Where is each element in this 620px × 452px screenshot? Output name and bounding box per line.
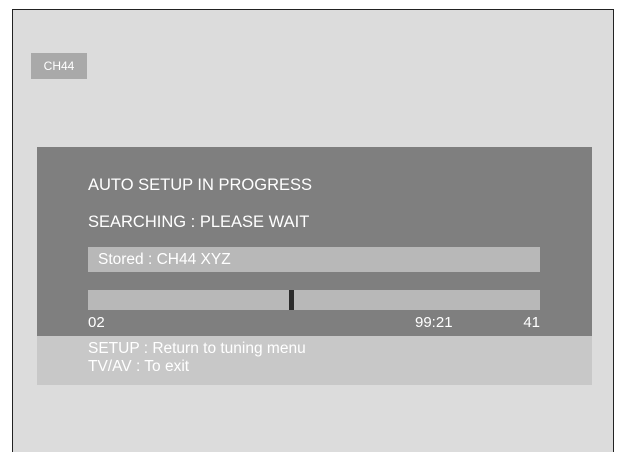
auto-setup-panel: AUTO SETUP IN PROGRESS SEARCHING : PLEAS… xyxy=(37,147,592,385)
progress-bar xyxy=(88,290,540,310)
channel-badge: CH44 xyxy=(31,53,87,79)
status-text: SEARCHING : PLEASE WAIT xyxy=(88,213,310,231)
panel-title: AUTO SETUP IN PROGRESS xyxy=(88,176,313,194)
progress-time-label: 99:21 xyxy=(415,314,453,331)
help-setup-text: SETUP : Return to tuning menu xyxy=(88,340,306,357)
progress-marker xyxy=(289,290,295,310)
tv-screen: CH44 AUTO SETUP IN PROGRESS SEARCHING : … xyxy=(12,9,614,452)
stored-channel-field: Stored : CH44 XYZ xyxy=(88,247,540,272)
progress-start-label: 02 xyxy=(88,314,105,331)
help-bar: SETUP : Return to tuning menu TV/AV : To… xyxy=(37,336,592,385)
help-exit-text: TV/AV : To exit xyxy=(88,358,190,375)
progress-end-label: 41 xyxy=(523,314,540,331)
